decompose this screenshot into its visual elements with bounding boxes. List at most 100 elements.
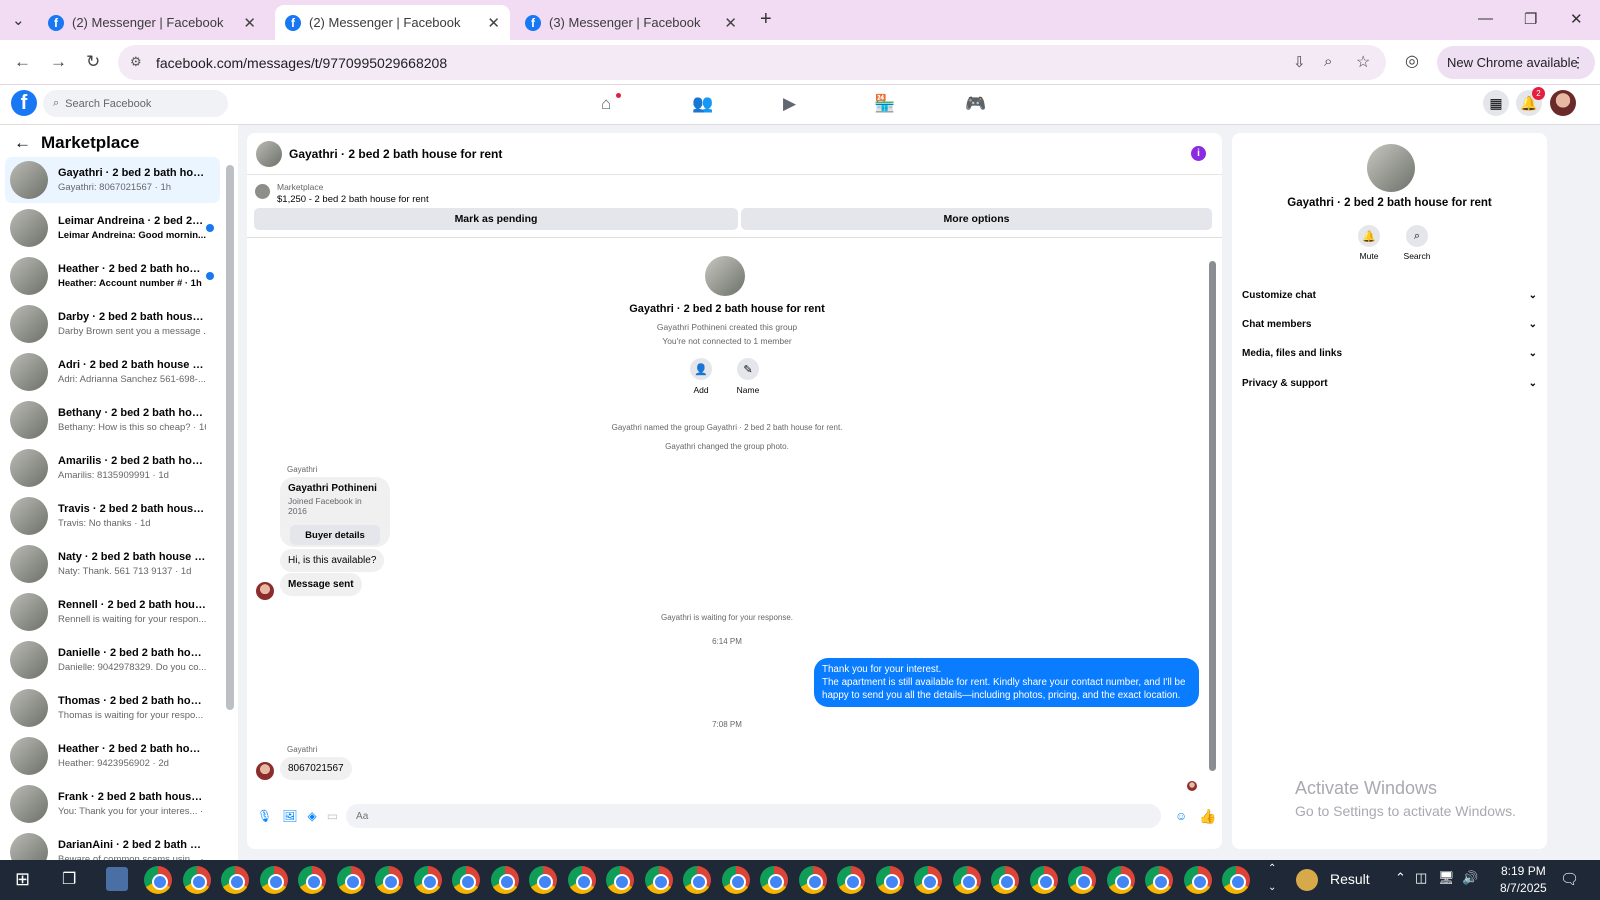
chrome-taskbar-icon[interactable] <box>144 866 172 894</box>
conversation-item[interactable]: Thomas · 2 bed 2 bath house f... Thomas i… <box>5 685 220 731</box>
browser-tab-1[interactable]: f (2) Messenger | Facebook ✕ <box>38 5 266 40</box>
like-icon[interactable]: 👍 <box>1199 808 1216 825</box>
chrome-menu-icon[interactable]: ⋮ <box>1571 54 1585 71</box>
add-member-button[interactable]: 👤 Add <box>689 358 713 395</box>
chrome-taskbar-icon[interactable] <box>413 866 442 894</box>
profile-avatar[interactable] <box>1550 90 1576 116</box>
chrome-taskbar-icon[interactable] <box>1106 866 1135 894</box>
new-chrome-available-button[interactable]: New Chrome available ⋮ <box>1437 46 1595 79</box>
chrome-taskbar-icon[interactable] <box>221 866 249 894</box>
conversation-item[interactable]: Travis · 2 bed 2 bath house for ... Travi… <box>5 493 220 539</box>
gif-icon[interactable]: ▭ <box>327 809 338 823</box>
chrome-taskbar-icon[interactable] <box>1222 866 1250 894</box>
install-app-icon[interactable]: ⇩ <box>1293 53 1306 71</box>
chrome-taskbar-icon[interactable] <box>875 866 904 894</box>
chrome-taskbar-icon[interactable] <box>182 866 211 894</box>
buyer-details-button[interactable]: Buyer details <box>290 525 380 545</box>
chat-scrollbar[interactable] <box>1209 261 1216 771</box>
conversation-item[interactable]: Naty · 2 bed 2 bath house for r... Naty: … <box>5 541 220 587</box>
taskbar-scroll-down-icon[interactable]: ⌄ <box>1268 882 1276 893</box>
chrome-taskbar-icon[interactable] <box>452 866 480 894</box>
gaming-icon[interactable]: 🎮 <box>965 94 986 114</box>
minimize-icon[interactable]: — <box>1478 10 1493 27</box>
mark-as-pending-button[interactable]: Mark as pending <box>254 208 738 230</box>
conversation-item[interactable]: Danielle · 2 bed 2 bath house f... Daniel… <box>5 637 220 683</box>
conversation-item[interactable]: DarianAini · 2 bed 2 bath ho... Beware of… <box>5 829 220 860</box>
facebook-search-input[interactable]: ⌕ Search Facebook <box>43 90 228 117</box>
chrome-taskbar-icon[interactable] <box>1145 866 1173 894</box>
home-icon[interactable]: ⌂ <box>601 94 611 114</box>
chrome-taskbar-icon[interactable] <box>991 866 1019 894</box>
conversation-item[interactable]: Amarilis · 2 bed 2 bath house f... Amaril… <box>5 445 220 491</box>
sticker-icon[interactable]: ◈ <box>307 809 316 823</box>
result-app-icon[interactable] <box>1296 869 1318 891</box>
chrome-taskbar-icon[interactable] <box>760 866 788 894</box>
menu-grid-icon[interactable]: ▦ <box>1483 90 1509 116</box>
chrome-taskbar-icon[interactable] <box>644 866 673 894</box>
chrome-taskbar-icon[interactable] <box>683 866 711 894</box>
tab-search-icon[interactable]: ⌄ <box>12 11 25 29</box>
back-arrow-icon[interactable]: ← <box>14 133 31 153</box>
chrome-taskbar-icon[interactable] <box>1029 866 1058 894</box>
customize-chat-section[interactable]: Customize chat ⌄ <box>1242 283 1537 307</box>
task-view-icon[interactable]: ❐ <box>62 869 76 889</box>
mute-button[interactable]: 🔔 Mute <box>1349 225 1389 261</box>
reload-icon[interactable]: ↻ <box>86 52 100 72</box>
clock[interactable]: 8:19 PM 8/7/2025 <box>1500 863 1547 897</box>
close-tab-icon[interactable]: ✕ <box>724 14 737 32</box>
chat-members-section[interactable]: Chat members ⌄ <box>1242 312 1537 336</box>
address-bar[interactable]: ⚙ facebook.com/messages/t/97709950296682… <box>118 45 1386 80</box>
marketplace-icon[interactable]: 🏪 <box>874 94 895 114</box>
chrome-taskbar-icon[interactable] <box>567 866 596 894</box>
conversation-item[interactable]: Adri · 2 bed 2 bath house for re... Adri:… <box>5 349 220 395</box>
chrome-taskbar-icon[interactable] <box>606 866 634 894</box>
conversation-item[interactable]: Gayathri · 2 bed 2 bath house f... Gayath… <box>5 157 220 203</box>
chrome-taskbar-icon[interactable] <box>298 866 326 894</box>
conversation-info-icon[interactable]: i <box>1191 146 1206 161</box>
chrome-taskbar-icon[interactable] <box>837 866 865 894</box>
chrome-taskbar-icon[interactable] <box>259 866 288 894</box>
restore-icon[interactable]: ❐ <box>1524 10 1537 28</box>
message-input[interactable] <box>346 804 1162 828</box>
bookmark-star-icon[interactable]: ☆ <box>1356 52 1370 72</box>
chrome-taskbar-icon[interactable] <box>375 866 403 894</box>
browser-tab-3[interactable]: f (3) Messenger | Facebook ✕ <box>515 5 747 40</box>
result-label[interactable]: Result <box>1330 871 1370 887</box>
taskbar-scroll-up-icon[interactable]: ⌃ <box>1268 863 1276 874</box>
friends-icon[interactable]: 👥 <box>692 94 713 114</box>
show-hidden-icons-icon[interactable]: ⌃ <box>1395 870 1406 886</box>
sidebar-scrollbar[interactable] <box>226 165 234 710</box>
browser-tab-2[interactable]: f (2) Messenger | Facebook ✕ <box>275 5 510 40</box>
chrome-taskbar-icon[interactable] <box>529 866 557 894</box>
chrome-taskbar-icon[interactable] <box>1183 866 1212 894</box>
zoom-icon[interactable]: ⌕ <box>1324 53 1332 70</box>
site-info-icon[interactable]: ⚙ <box>130 54 142 70</box>
conversation-item[interactable]: Frank · 2 bed 2 bath house f... You: Than… <box>5 781 220 827</box>
listing-banner[interactable]: Marketplace $1,250 - 2 bed 2 bath house … <box>255 182 429 205</box>
conversation-item[interactable]: Leimar Andreina · 2 bed 2 bat... Leimar A… <box>5 205 220 251</box>
back-icon[interactable]: ← <box>14 52 31 72</box>
chrome-taskbar-icon[interactable] <box>914 866 942 894</box>
conversation-item[interactable]: Heather · 2 bed 2 bath house f... Heather… <box>5 733 220 779</box>
conversation-item[interactable]: Rennell · 2 bed 2 bath house fo... Rennel… <box>5 589 220 635</box>
conversation-item[interactable]: Heather · 2 bed 2 bath house... Heather: … <box>5 253 220 299</box>
profile-icon[interactable]: ◎ <box>1405 51 1419 71</box>
new-tab-icon[interactable]: + <box>760 8 772 31</box>
facebook-logo-icon[interactable]: f <box>11 90 37 116</box>
chat-title[interactable]: Gayathri · 2 bed 2 bath house for rent <box>289 147 502 161</box>
emoji-icon[interactable]: ☺ <box>1175 809 1187 823</box>
photo-icon[interactable]: 🖼 <box>282 809 297 823</box>
media-files-links-section[interactable]: Media, files and links ⌄ <box>1242 341 1537 365</box>
action-center-icon[interactable]: 🗨 <box>1560 870 1579 888</box>
name-group-button[interactable]: ✎ Name <box>732 358 764 395</box>
chrome-taskbar-icon[interactable] <box>490 866 519 894</box>
microphone-icon[interactable]: 🎙 <box>257 809 272 823</box>
conversation-item[interactable]: Bethany · 2 bed 2 bath house f... Bethany… <box>5 397 220 443</box>
chrome-taskbar-icon[interactable] <box>721 866 750 894</box>
chat-avatar[interactable] <box>256 140 282 167</box>
close-tab-icon[interactable]: ✕ <box>487 14 500 32</box>
more-options-button[interactable]: More options <box>741 208 1212 230</box>
chrome-taskbar-icon[interactable] <box>798 866 827 894</box>
close-tab-icon[interactable]: ✕ <box>243 14 256 32</box>
network-icon[interactable]: 🖥 <box>1438 870 1455 886</box>
